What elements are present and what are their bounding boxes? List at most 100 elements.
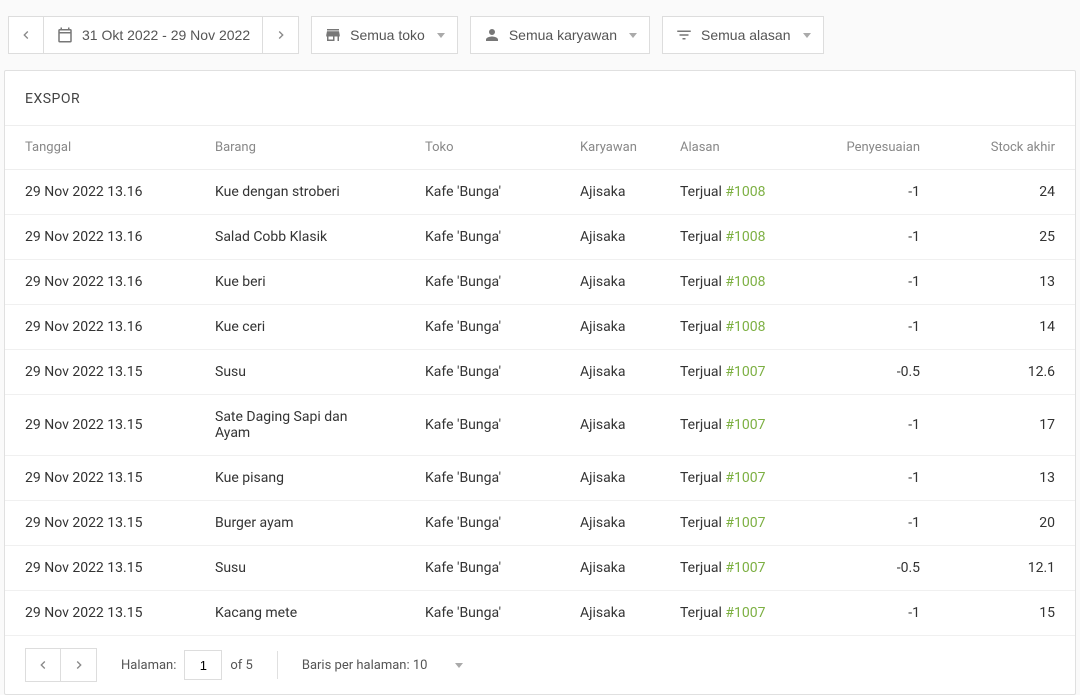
cell-reason: Terjual #1007: [660, 456, 820, 501]
store-filter-button[interactable]: Semua toko: [311, 16, 458, 54]
table-row[interactable]: 29 Nov 2022 13.16Salad Cobb KlasikKafe '…: [5, 215, 1075, 260]
cell-adjustment: -0.5: [820, 546, 940, 591]
cell-item: Kue beri: [195, 260, 405, 305]
page-next-button[interactable]: [61, 648, 97, 682]
cell-employee: Ajisaka: [560, 395, 660, 456]
cell-stock: 17: [940, 395, 1075, 456]
cell-date: 29 Nov 2022 13.15: [5, 501, 195, 546]
col-store[interactable]: Toko: [405, 126, 560, 170]
cell-store: Kafe 'Bunga': [405, 305, 560, 350]
cell-date: 29 Nov 2022 13.16: [5, 215, 195, 260]
cell-reason: Terjual #1008: [660, 170, 820, 215]
cell-stock: 13: [940, 260, 1075, 305]
reason-ref-link[interactable]: #1007: [725, 560, 765, 576]
cell-stock: 14: [940, 305, 1075, 350]
cell-adjustment: -1: [820, 395, 940, 456]
page-prev-button[interactable]: [25, 648, 61, 682]
col-item[interactable]: Barang: [195, 126, 405, 170]
cell-adjustment: -1: [820, 456, 940, 501]
reason-ref-link[interactable]: #1007: [725, 515, 765, 531]
cell-adjustment: -1: [820, 501, 940, 546]
cell-adjustment: -0.5: [820, 350, 940, 395]
col-reason[interactable]: Alasan: [660, 126, 820, 170]
filter-icon: [675, 26, 693, 44]
table-row[interactable]: 29 Nov 2022 13.15Kue pisangKafe 'Bunga'A…: [5, 456, 1075, 501]
cell-store: Kafe 'Bunga': [405, 215, 560, 260]
table-row[interactable]: 29 Nov 2022 13.16Kue dengan stroberiKafe…: [5, 170, 1075, 215]
card-header: EXSPOR: [5, 71, 1075, 126]
cell-reason: Terjual #1008: [660, 305, 820, 350]
store-icon: [324, 26, 342, 44]
table-row[interactable]: 29 Nov 2022 13.16Kue ceriKafe 'Bunga'Aji…: [5, 305, 1075, 350]
cell-stock: 12.6: [940, 350, 1075, 395]
cell-date: 29 Nov 2022 13.16: [5, 260, 195, 305]
table-footer: Halaman: of 5 Baris per halaman: 10: [5, 636, 1075, 694]
cell-item: Kue ceri: [195, 305, 405, 350]
cell-adjustment: -1: [820, 260, 940, 305]
employee-filter-label: Semua karyawan: [509, 27, 617, 43]
reason-ref-link[interactable]: #1008: [725, 229, 765, 245]
reason-ref-link[interactable]: #1008: [725, 274, 765, 290]
table-row[interactable]: 29 Nov 2022 13.15Sate Daging Sapi dan Ay…: [5, 395, 1075, 456]
cell-date: 29 Nov 2022 13.15: [5, 350, 195, 395]
cell-date: 29 Nov 2022 13.15: [5, 456, 195, 501]
cell-employee: Ajisaka: [560, 501, 660, 546]
cell-store: Kafe 'Bunga': [405, 456, 560, 501]
cell-stock: 24: [940, 170, 1075, 215]
reason-ref-link[interactable]: #1007: [725, 605, 765, 621]
reason-ref-link[interactable]: #1007: [725, 417, 765, 433]
reason-filter-label: Semua alasan: [701, 27, 791, 43]
cell-store: Kafe 'Bunga': [405, 591, 560, 636]
table-row[interactable]: 29 Nov 2022 13.15Kacang meteKafe 'Bunga'…: [5, 591, 1075, 636]
employee-filter-button[interactable]: Semua karyawan: [470, 16, 650, 54]
cell-stock: 15: [940, 591, 1075, 636]
chevron-left-icon: [18, 27, 34, 43]
cell-employee: Ajisaka: [560, 591, 660, 636]
col-date[interactable]: Tanggal: [5, 126, 195, 170]
reason-ref-link[interactable]: #1008: [725, 319, 765, 335]
cell-stock: 25: [940, 215, 1075, 260]
cell-item: Sate Daging Sapi dan Ayam: [195, 395, 405, 456]
reason-ref-link[interactable]: #1007: [725, 364, 765, 380]
cell-employee: Ajisaka: [560, 546, 660, 591]
cell-employee: Ajisaka: [560, 215, 660, 260]
cell-date: 29 Nov 2022 13.16: [5, 170, 195, 215]
stock-history-table: Tanggal Barang Toko Karyawan Alasan Peny…: [5, 126, 1075, 636]
rows-per-page-label: Baris per halaman: 10: [302, 658, 428, 673]
date-range-label: 31 Okt 2022 - 29 Nov 2022: [82, 27, 250, 43]
chevron-down-icon: [629, 33, 637, 38]
col-adjustment[interactable]: Penyesuaian: [820, 126, 940, 170]
date-next-button[interactable]: [263, 16, 299, 54]
cell-item: Salad Cobb Klasik: [195, 215, 405, 260]
export-button[interactable]: EXSPOR: [25, 91, 80, 107]
chevron-down-icon: [455, 663, 463, 668]
page-input[interactable]: [184, 650, 222, 680]
page-of-label: of 5: [230, 658, 252, 673]
cell-employee: Ajisaka: [560, 456, 660, 501]
rows-per-page-select[interactable]: Baris per halaman: 10: [302, 658, 464, 673]
col-employee[interactable]: Karyawan: [560, 126, 660, 170]
table-row[interactable]: 29 Nov 2022 13.15SusuKafe 'Bunga'Ajisaka…: [5, 546, 1075, 591]
reason-ref-link[interactable]: #1007: [725, 470, 765, 486]
date-prev-button[interactable]: [8, 16, 44, 54]
store-filter-label: Semua toko: [350, 27, 425, 43]
calendar-icon: [56, 26, 74, 44]
table-row[interactable]: 29 Nov 2022 13.16Kue beriKafe 'Bunga'Aji…: [5, 260, 1075, 305]
cell-stock: 12.1: [940, 546, 1075, 591]
cell-item: Susu: [195, 546, 405, 591]
reason-filter-button[interactable]: Semua alasan: [662, 16, 824, 54]
col-stock[interactable]: Stock akhir: [940, 126, 1075, 170]
cell-reason: Terjual #1007: [660, 395, 820, 456]
chevron-right-icon: [273, 27, 289, 43]
chevron-down-icon: [437, 33, 445, 38]
table-row[interactable]: 29 Nov 2022 13.15SusuKafe 'Bunga'Ajisaka…: [5, 350, 1075, 395]
date-range-button[interactable]: 31 Okt 2022 - 29 Nov 2022: [44, 16, 263, 54]
person-icon: [483, 26, 501, 44]
cell-reason: Terjual #1007: [660, 546, 820, 591]
table-row[interactable]: 29 Nov 2022 13.15Burger ayamKafe 'Bunga'…: [5, 501, 1075, 546]
reason-ref-link[interactable]: #1008: [725, 184, 765, 200]
cell-adjustment: -1: [820, 215, 940, 260]
cell-store: Kafe 'Bunga': [405, 170, 560, 215]
toolbar: 31 Okt 2022 - 29 Nov 2022 Semua toko Sem…: [0, 4, 1080, 70]
cell-reason: Terjual #1008: [660, 215, 820, 260]
